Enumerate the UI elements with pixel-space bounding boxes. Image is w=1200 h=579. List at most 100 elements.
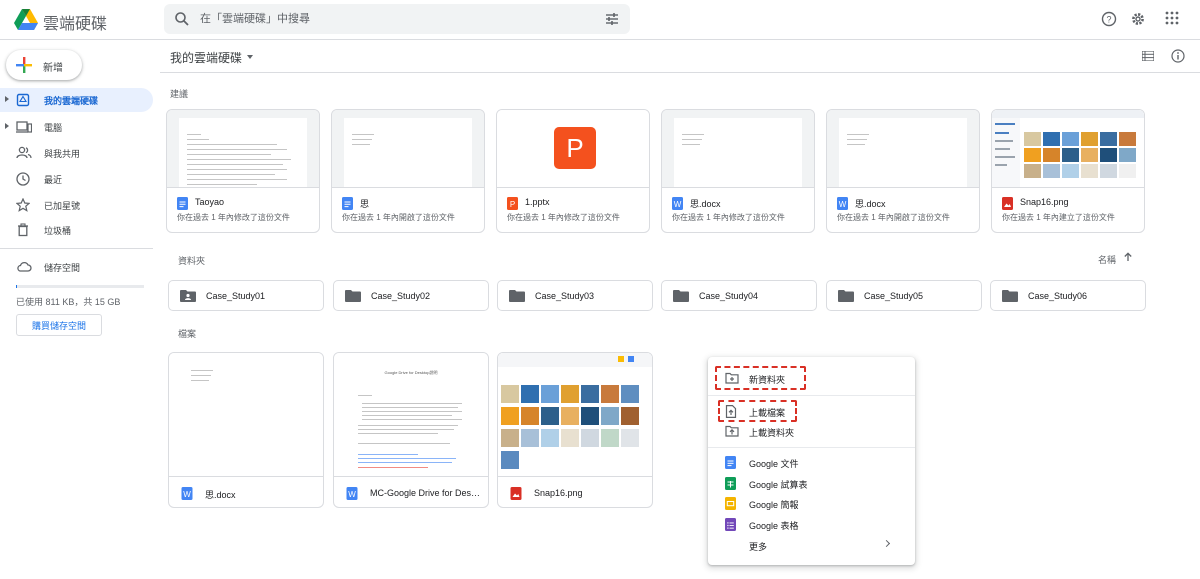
folder-case-study01[interactable]: Case_Study01 bbox=[168, 280, 324, 311]
search-bar[interactable] bbox=[164, 4, 630, 34]
search-options-icon[interactable] bbox=[604, 11, 620, 27]
suggested-card-snap16[interactable]: Snap16.png 你在過去 1 年內建立了這份文件 bbox=[991, 109, 1145, 233]
folder-icon bbox=[509, 290, 525, 302]
suggested-section-title: 建議 bbox=[170, 89, 189, 99]
cloud-icon bbox=[17, 261, 32, 272]
file-name: 思 bbox=[360, 199, 370, 209]
sidebar-item-starred[interactable]: 已加星號 bbox=[0, 193, 153, 217]
sidebar-item-my-drive[interactable]: 我的雲端硬碟 bbox=[0, 88, 153, 112]
sidebar-item-storage[interactable]: 儲存空間 bbox=[0, 255, 153, 279]
file-card-mc-google-drive[interactable]: Google Drive for Desktop說明 W MC-Google D… bbox=[333, 352, 489, 508]
file-thumbnail: P bbox=[497, 110, 649, 188]
file-name: 1.pptx bbox=[525, 197, 550, 207]
document-preview bbox=[839, 118, 967, 187]
sidebar-item-label: 我的雲端硬碟 bbox=[44, 96, 99, 106]
help-icon[interactable]: ? bbox=[1101, 11, 1117, 27]
folder-case-study06[interactable]: Case_Study06 bbox=[990, 280, 1146, 311]
suggested-card-si-docx[interactable]: W 思.docx 你在過去 1 年內修改了這份文件 bbox=[661, 109, 815, 233]
new-button[interactable]: 新增 bbox=[6, 50, 82, 80]
folder-case-study04[interactable]: Case_Study04 bbox=[661, 280, 817, 311]
folder-upload-icon bbox=[725, 425, 739, 437]
file-name: Snap16.png bbox=[534, 488, 583, 498]
file-activity: 你在過去 1 年內修改了這份文件 bbox=[177, 213, 290, 222]
file-name: Taoyao bbox=[195, 197, 225, 207]
menu-divider bbox=[708, 447, 915, 448]
sidebar-item-trash[interactable]: 垃圾桶 bbox=[0, 218, 153, 242]
plus-icon bbox=[16, 57, 32, 73]
folder-case-study03[interactable]: Case_Study03 bbox=[497, 280, 653, 311]
sidebar-item-shared-with-me[interactable]: 與我共用 bbox=[0, 141, 153, 165]
menu-item-google-slides[interactable]: Google 簡報 bbox=[708, 493, 915, 513]
search-icon[interactable] bbox=[174, 11, 190, 27]
file-card-si-docx[interactable]: W 思.docx bbox=[168, 352, 324, 508]
menu-item-more[interactable]: 更多 bbox=[708, 535, 915, 555]
trash-icon bbox=[18, 223, 28, 237]
folder-name: Case_Study04 bbox=[699, 291, 759, 301]
expand-caret-icon[interactable] bbox=[5, 123, 9, 129]
google-sheets-icon bbox=[725, 477, 736, 490]
word-icon: W bbox=[837, 197, 848, 210]
settings-gear-icon[interactable] bbox=[1130, 11, 1146, 27]
app-title[interactable]: 雲端硬碟 bbox=[43, 10, 107, 34]
folder-icon bbox=[838, 290, 854, 302]
storage-progress-fill bbox=[16, 285, 17, 288]
file-thumbnail bbox=[169, 353, 323, 477]
document-preview bbox=[179, 118, 307, 187]
file-activity: 你在過去 1 年內開啟了這份文件 bbox=[837, 213, 950, 222]
google-docs-icon bbox=[725, 456, 736, 469]
suggested-card-pptx[interactable]: P P 1.pptx 你在過去 1 年內修改了這份文件 bbox=[496, 109, 650, 233]
menu-item-google-forms[interactable]: Google 表格 bbox=[708, 514, 915, 534]
google-drive-logo-icon[interactable] bbox=[14, 9, 38, 31]
file-name: 思.docx bbox=[855, 199, 886, 209]
folders-section-title: 資料夾 bbox=[178, 256, 206, 266]
buy-storage-button[interactable]: 購買儲存空間 bbox=[16, 314, 102, 336]
menu-item-google-sheets[interactable]: Google 試算表 bbox=[708, 473, 915, 493]
sidebar-item-label: 已加星號 bbox=[44, 201, 81, 211]
suggested-card-si[interactable]: 思 你在過去 1 年內開啟了這份文件 bbox=[331, 109, 485, 233]
info-icon[interactable] bbox=[1171, 49, 1185, 63]
shared-folder-icon bbox=[180, 290, 196, 302]
svg-text:P: P bbox=[510, 200, 515, 209]
folder-case-study05[interactable]: Case_Study05 bbox=[826, 280, 982, 311]
main-content: 我的雲端硬碟 建議 Taoyao 你在過去 1 年內修改了這份文件 思 你在過去… bbox=[160, 41, 1200, 579]
highlight-box bbox=[718, 400, 797, 422]
sort-by-name-button[interactable]: 名稱 bbox=[1098, 253, 1116, 266]
folder-case-study02[interactable]: Case_Study02 bbox=[333, 280, 489, 311]
file-card-snap16[interactable]: Snap16.png bbox=[497, 352, 653, 508]
file-thumbnail bbox=[498, 353, 652, 477]
sidebar-item-label: 垃圾桶 bbox=[44, 226, 72, 236]
suggested-card-si-docx-2[interactable]: W 思.docx 你在過去 1 年內開啟了這份文件 bbox=[826, 109, 980, 233]
apps-grid-icon[interactable] bbox=[1165, 11, 1179, 25]
sidebar: 新增 我的雲端硬碟 電腦 與我共用 最近 已加星號 垃圾桶 儲存空間 已使用 8… bbox=[0, 41, 160, 579]
document-preview bbox=[674, 118, 802, 187]
highlight-box bbox=[715, 366, 806, 390]
file-thumbnail bbox=[992, 110, 1144, 188]
document-preview-title: Google Drive for Desktop說明 bbox=[384, 370, 438, 375]
sidebar-item-recent[interactable]: 最近 bbox=[0, 167, 153, 191]
sort-ascending-arrow-icon[interactable] bbox=[1123, 252, 1133, 262]
file-thumbnail bbox=[167, 110, 319, 188]
file-activity: 你在過去 1 年內開啟了這份文件 bbox=[342, 213, 455, 222]
storage-progress-bar bbox=[16, 285, 144, 288]
menu-item-folder-upload[interactable]: 上載資料夾 bbox=[708, 421, 915, 441]
word-icon: W bbox=[181, 487, 193, 500]
list-view-icon[interactable] bbox=[1142, 51, 1154, 61]
expand-caret-icon[interactable] bbox=[5, 96, 9, 102]
powerpoint-large-icon: P bbox=[554, 127, 596, 169]
google-docs-icon bbox=[342, 197, 353, 210]
breadcrumb-dropdown-icon[interactable] bbox=[247, 55, 253, 59]
breadcrumb[interactable]: 我的雲端硬碟 bbox=[170, 49, 242, 66]
sidebar-item-computers[interactable]: 電腦 bbox=[0, 115, 153, 139]
word-icon: W bbox=[346, 487, 358, 500]
my-drive-icon bbox=[16, 93, 30, 107]
file-thumbnail bbox=[332, 110, 484, 188]
google-forms-icon bbox=[725, 518, 736, 531]
folder-name: Case_Study05 bbox=[864, 291, 924, 301]
menu-item-google-docs[interactable]: Google 文件 bbox=[708, 452, 915, 472]
file-activity: 你在過去 1 年內修改了這份文件 bbox=[672, 213, 785, 222]
search-input[interactable] bbox=[200, 10, 580, 28]
menu-divider bbox=[708, 395, 915, 396]
header-divider bbox=[160, 72, 1200, 73]
top-bar: 雲端硬碟 ? bbox=[0, 0, 1200, 40]
suggested-card-taoyao[interactable]: Taoyao 你在過去 1 年內修改了這份文件 bbox=[166, 109, 320, 233]
